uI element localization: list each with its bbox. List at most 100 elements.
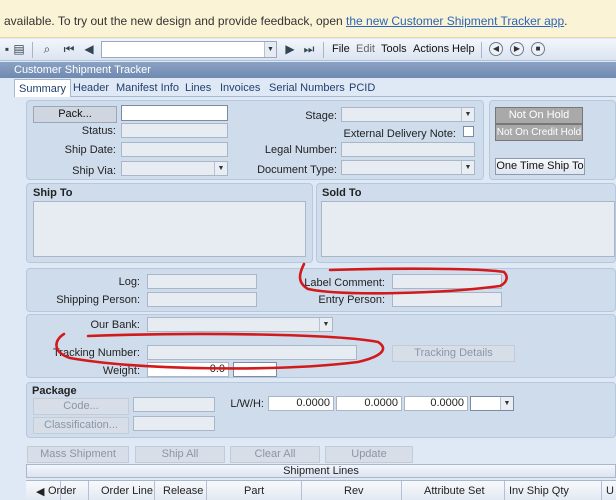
clear-all-button[interactable]: Clear All xyxy=(230,446,320,463)
record-selector[interactable]: ▼ xyxy=(101,41,277,58)
not-on-credit-hold-badge: Not On Credit Hold xyxy=(495,124,583,141)
toolbar-separator xyxy=(481,42,482,58)
external-delivery-checkbox[interactable] xyxy=(463,126,474,137)
tab-header[interactable]: Header xyxy=(73,82,109,94)
last-record-icon[interactable]: ⏭ xyxy=(302,42,316,56)
legal-number-label: Legal Number: xyxy=(264,144,337,156)
column-rev[interactable]: Rev xyxy=(344,485,364,497)
tracking-number-label: Tracking Number: xyxy=(52,347,140,359)
forward-icon[interactable]: ▶ xyxy=(510,42,524,56)
feedback-banner: available. To try out the new design and… xyxy=(0,0,616,38)
pack-input[interactable] xyxy=(121,105,228,121)
first-record-icon[interactable]: ⏮ xyxy=(62,42,76,56)
label-comment-field[interactable] xyxy=(392,274,502,289)
sold-to-address[interactable] xyxy=(321,201,615,257)
column-separator xyxy=(154,481,155,500)
clipboard-icon[interactable]: ▤ xyxy=(12,42,26,56)
column-order-line[interactable]: Order Line xyxy=(101,485,153,497)
shipping-person-field[interactable] xyxy=(147,292,257,307)
scroll-left-icon[interactable]: ◀ xyxy=(36,485,44,498)
height-field[interactable]: 0.0000 xyxy=(404,396,468,411)
legal-number-field[interactable] xyxy=(341,142,475,157)
external-delivery-label: External Delivery Note: xyxy=(343,128,457,140)
classification-button[interactable]: Classification... xyxy=(33,417,129,434)
classification-field[interactable] xyxy=(133,416,215,431)
sold-to-label: Sold To xyxy=(322,187,362,199)
column-attribute-set[interactable]: Attribute Set xyxy=(424,485,485,497)
weight-uom-field[interactable] xyxy=(233,362,277,377)
back-icon[interactable]: ◀ xyxy=(489,42,503,56)
banner-tail: . xyxy=(564,14,568,28)
stop-icon[interactable]: ■ xyxy=(531,42,545,56)
tab-serial-numbers[interactable]: Serial Numbers xyxy=(269,82,345,94)
ship-via-select[interactable]: ▼ xyxy=(121,161,228,176)
column-order[interactable]: Order xyxy=(48,485,76,497)
log-label: Log: xyxy=(118,276,140,288)
width-field[interactable]: 0.0000 xyxy=(336,396,402,411)
weight-label: Weight: xyxy=(102,365,140,377)
our-bank-select[interactable]: ▼ xyxy=(147,317,333,332)
dimension-uom-select[interactable]: ▼ xyxy=(470,396,514,411)
one-time-ship-to-button[interactable]: One Time Ship To xyxy=(495,158,585,175)
document-type-label: Document Type: xyxy=(257,164,337,176)
ship-all-button[interactable]: Ship All xyxy=(135,446,225,463)
entry-person-field xyxy=(392,292,502,307)
update-button[interactable]: Update xyxy=(325,446,413,463)
column-inv-ship-qty[interactable]: Inv Ship Qty xyxy=(509,485,569,497)
tab-summary[interactable]: Summary xyxy=(14,79,72,97)
column-separator xyxy=(206,481,207,500)
chevron-down-icon[interactable]: ▼ xyxy=(500,397,513,410)
tracking-details-button[interactable]: Tracking Details xyxy=(392,345,515,362)
ship-to-address[interactable] xyxy=(33,201,306,257)
column-separator xyxy=(601,481,602,500)
column-release[interactable]: Release xyxy=(163,485,203,497)
toolbar-separator xyxy=(323,42,324,58)
mass-shipment-button[interactable]: Mass Shipment xyxy=(27,446,129,463)
chevron-down-icon[interactable]: ▼ xyxy=(319,318,332,331)
menu-edit[interactable]: Edit xyxy=(356,43,375,55)
lwh-label: L/W/H: xyxy=(230,398,264,410)
our-bank-label: Our Bank: xyxy=(90,319,140,331)
entry-person-label: Entry Person: xyxy=(318,294,385,306)
column-separator xyxy=(401,481,402,500)
tab-invoices[interactable]: Invoices xyxy=(220,82,260,94)
ship-date-label: Ship Date: xyxy=(64,144,116,156)
menu-file[interactable]: File xyxy=(332,43,350,55)
banner-text: available. To try out the new design and… xyxy=(4,14,347,28)
ship-to-label: Ship To xyxy=(33,187,73,199)
code-button[interactable]: Code... xyxy=(33,398,129,415)
binoculars-icon[interactable]: ⌕ xyxy=(40,42,54,56)
tracking-number-field[interactable] xyxy=(147,345,357,360)
label-comment-label: Label Comment: xyxy=(304,277,385,289)
pack-button[interactable]: Pack... xyxy=(33,106,117,123)
tab-manifest-info[interactable]: Manifest Info xyxy=(116,82,179,94)
toolbar: ▪ ▤ ⌕ ⏮ ◀ ▼ ▶ ⏭ File Edit Tools Actions … xyxy=(0,39,616,61)
code-field[interactable] xyxy=(133,397,215,412)
new-app-link[interactable]: the new Customer Shipment Tracker app xyxy=(346,14,564,28)
chevron-down-icon[interactable]: ▼ xyxy=(461,108,474,121)
ship-date-field[interactable] xyxy=(121,142,228,157)
menu-help[interactable]: Help xyxy=(452,43,475,55)
length-field[interactable]: 0.0000 xyxy=(268,396,334,411)
weight-field[interactable]: 0.0 xyxy=(147,362,229,377)
column-u[interactable]: U xyxy=(606,485,614,497)
menu-tools[interactable]: Tools xyxy=(381,43,407,55)
shipment-lines-columns: ◀ Order Order Line Release Part Rev Attr… xyxy=(26,480,616,500)
stage-select[interactable]: ▼ xyxy=(341,107,475,122)
chevron-down-icon[interactable]: ▼ xyxy=(214,162,227,175)
menu-actions[interactable]: Actions xyxy=(413,43,449,55)
not-on-hold-badge: Not On Hold xyxy=(495,107,583,124)
tab-pcid[interactable]: PCID xyxy=(349,82,375,94)
previous-record-icon[interactable]: ◀ xyxy=(82,42,96,56)
column-separator xyxy=(301,481,302,500)
document-type-select[interactable]: ▼ xyxy=(341,160,475,175)
ship-via-label: Ship Via: xyxy=(72,165,116,177)
log-field[interactable] xyxy=(147,274,257,289)
next-record-icon[interactable]: ▶ xyxy=(283,42,297,56)
tab-lines[interactable]: Lines xyxy=(185,82,211,94)
tab-bar: Summary Header Manifest Info Lines Invoi… xyxy=(14,79,616,97)
column-part[interactable]: Part xyxy=(244,485,264,497)
chevron-down-icon[interactable]: ▼ xyxy=(461,161,474,174)
chevron-down-icon[interactable]: ▼ xyxy=(264,42,276,57)
package-title: Package xyxy=(32,385,77,397)
